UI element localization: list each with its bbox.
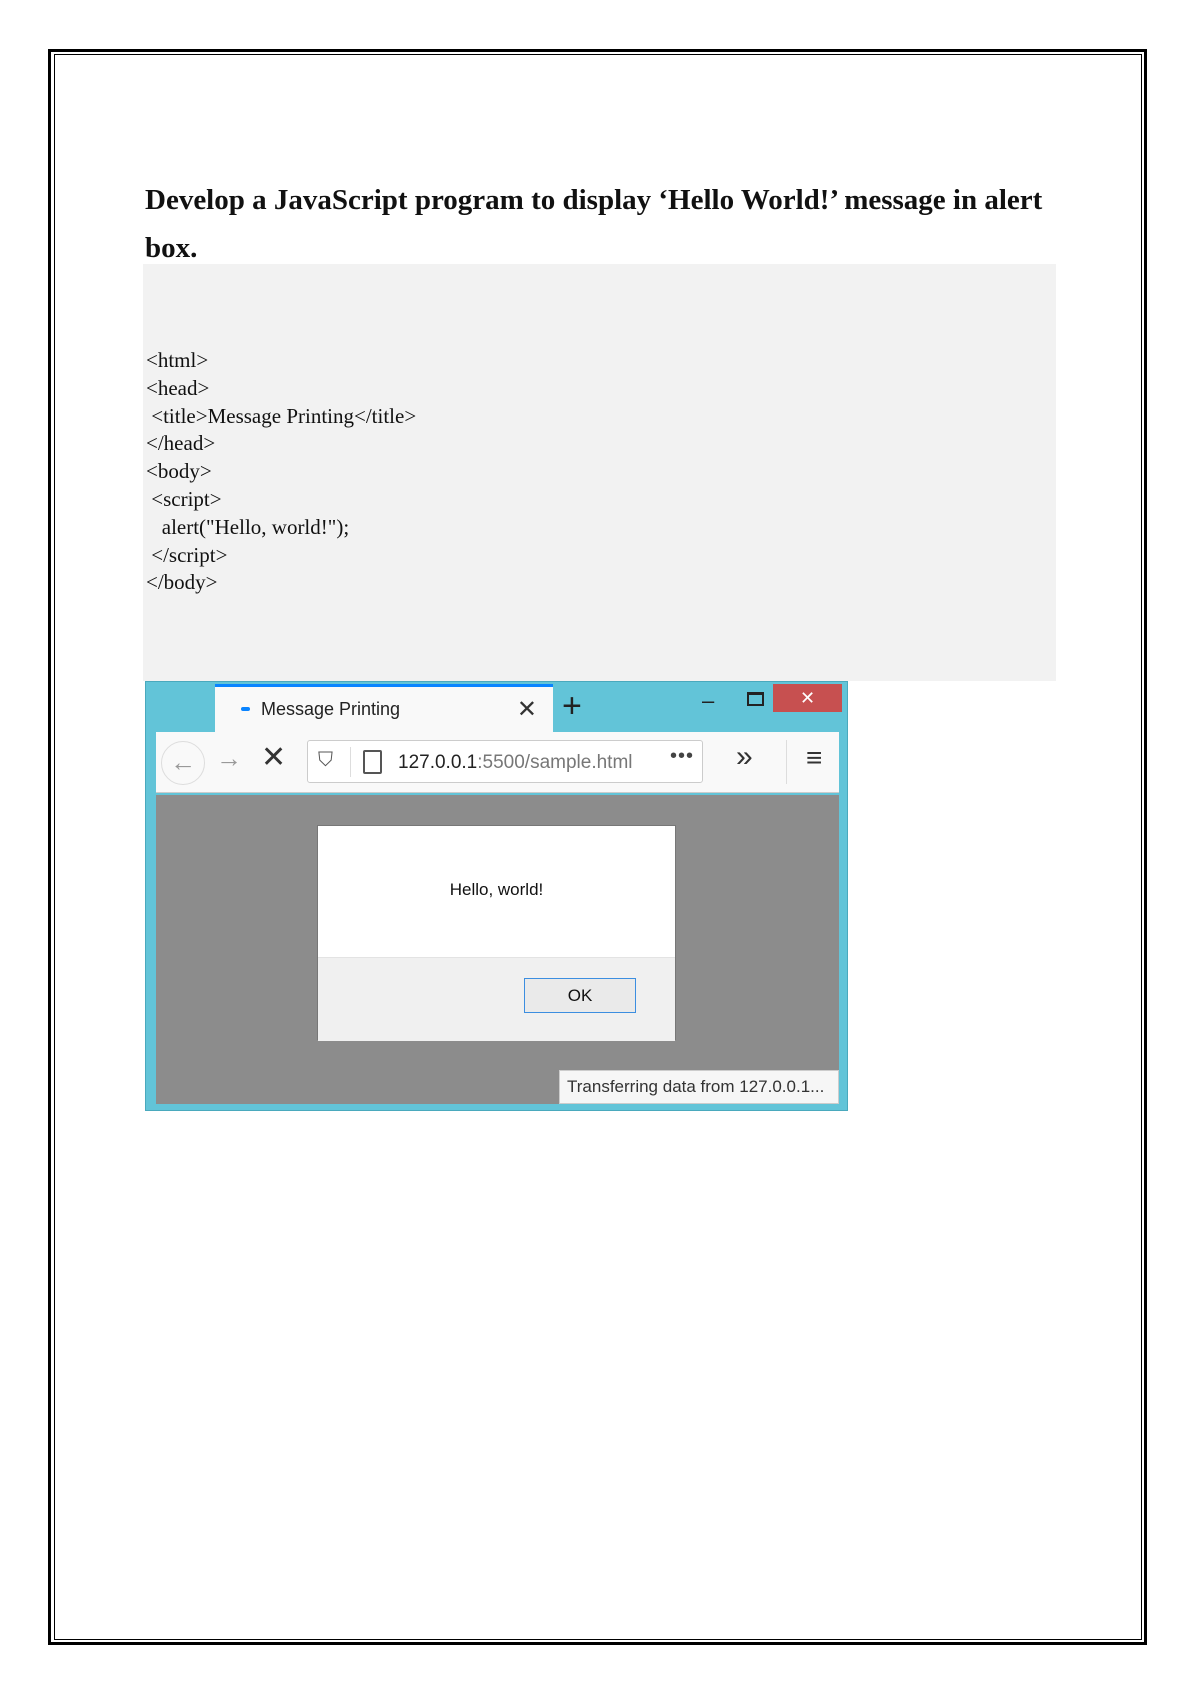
shield-icon[interactable]: ⛉ <box>318 749 333 772</box>
url-host: 127.0.0.1 <box>398 752 478 773</box>
loading-indicator-icon <box>241 707 250 711</box>
maximize-button[interactable] <box>747 692 764 706</box>
question-heading: Develop a JavaScript program to display … <box>145 184 1043 264</box>
status-bar: Transferring data from 127.0.0.1... <box>559 1070 839 1104</box>
tab-title: Message Printing <box>261 699 401 719</box>
alert-message: Hello, world! <box>449 880 544 899</box>
page-actions-icon[interactable]: ••• <box>670 745 694 768</box>
tab-close-icon[interactable]: ✕ <box>517 695 537 724</box>
navigation-toolbar: ← → ✕ ⛉ 127.0.0.1:5500/sample.html ••• »… <box>156 732 839 793</box>
back-button[interactable]: ← <box>161 741 205 785</box>
page-icon[interactable] <box>363 750 382 774</box>
code-listing: <html> <head> <title>Message Printing</t… <box>146 348 417 595</box>
ok-button[interactable]: OK <box>524 978 636 1013</box>
divider <box>786 740 787 784</box>
alert-dialog: Hello, world! OK <box>317 825 676 1041</box>
alert-footer: OK <box>318 957 675 1041</box>
new-tab-button[interactable]: + <box>562 684 582 728</box>
stop-button[interactable]: ✕ <box>261 740 286 775</box>
window-close-button[interactable]: ✕ <box>773 684 842 712</box>
page-content: Hello, world! OK Transferring data from … <box>156 795 839 1104</box>
browser-window: Message Printing ✕ + – ✕ ← → ✕ ⛉ 127.0.0… <box>145 681 848 1111</box>
hamburger-menu-icon[interactable]: ≡ <box>806 742 822 774</box>
minimize-button[interactable]: – <box>702 688 714 714</box>
browser-tab[interactable]: Message Printing ✕ <box>215 684 553 732</box>
url-text[interactable]: 127.0.0.1:5500/sample.html <box>398 752 633 774</box>
forward-button[interactable]: → <box>216 743 242 774</box>
url-path: :5500/sample.html <box>477 752 633 773</box>
overflow-chevron-icon[interactable]: » <box>736 740 753 774</box>
divider <box>350 747 351 777</box>
address-bar[interactable]: ⛉ 127.0.0.1:5500/sample.html ••• <box>307 740 703 783</box>
